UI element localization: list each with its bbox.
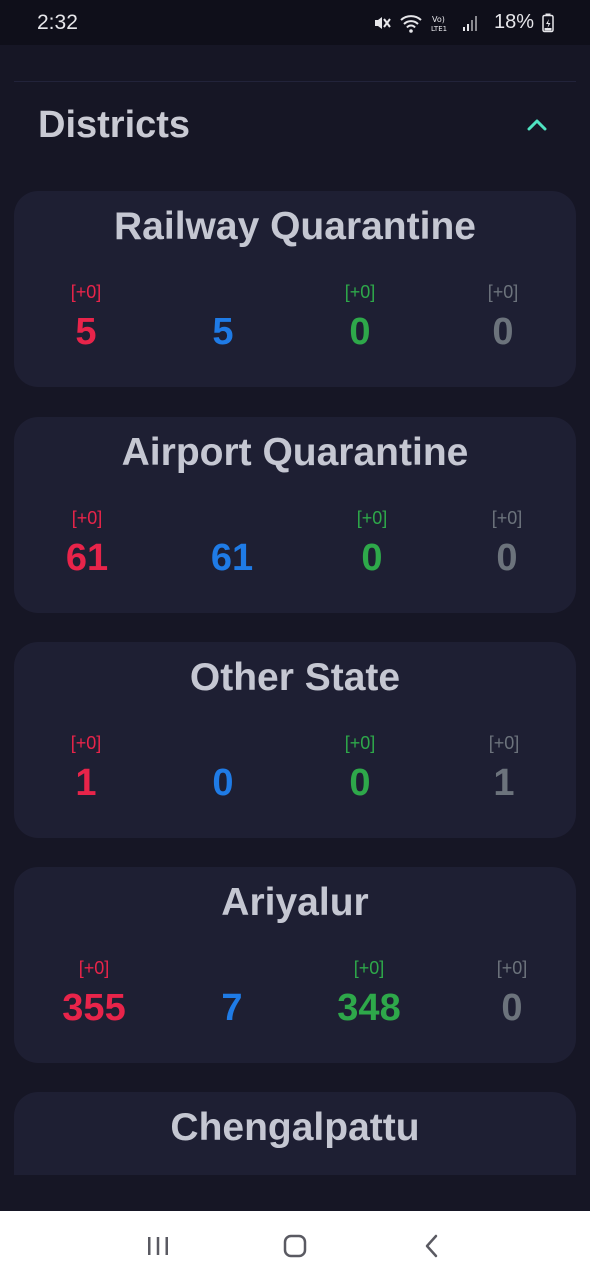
battery-percent: 18% bbox=[493, 11, 534, 33]
recovered-stat: [+0] 0 bbox=[302, 507, 442, 581]
deceased-delta: [+0] bbox=[496, 958, 528, 978]
svg-text:LTE1: LTE1 bbox=[431, 25, 447, 33]
active-stat: 61 bbox=[162, 507, 302, 581]
deceased-value: 0 bbox=[501, 987, 523, 1029]
district-name: Airport Quarantine bbox=[121, 431, 469, 474]
recovered-stat: [+0] 0 bbox=[290, 732, 430, 806]
status-time: 2:32 bbox=[37, 10, 78, 34]
district-name: Other State bbox=[189, 656, 401, 699]
district-card-chengalpattu[interactable]: Chengalpattu bbox=[14, 1092, 576, 1175]
deceased-stat: [+0] 0 bbox=[442, 957, 582, 1031]
deceased-stat: [+0] 0 bbox=[437, 507, 577, 581]
status-bar: 2:32 Vo) LTE1 18% bbox=[0, 0, 590, 45]
recovered-stat: [+0] 0 bbox=[290, 281, 430, 355]
active-stat: 7 bbox=[162, 957, 302, 1031]
svg-text:Vo): Vo) bbox=[432, 15, 445, 24]
deceased-value: 1 bbox=[493, 762, 515, 804]
deceased-value: 0 bbox=[492, 311, 514, 353]
back-icon[interactable] bbox=[407, 1221, 457, 1271]
home-icon[interactable] bbox=[270, 1221, 320, 1271]
district-card-railway-quarantine[interactable]: Railway Quarantine [+0] 5 5 [+0] 0 [+0] … bbox=[14, 191, 576, 387]
section-title: Districts bbox=[38, 103, 191, 146]
recovered-value: 0 bbox=[349, 311, 371, 353]
recovered-value: 0 bbox=[361, 537, 383, 579]
active-delta-spacer bbox=[153, 281, 293, 303]
recovered-delta: [+0] bbox=[356, 508, 388, 528]
districts-header[interactable]: Districts bbox=[38, 100, 552, 150]
mute-icon bbox=[372, 13, 392, 33]
wifi-icon bbox=[400, 13, 422, 33]
confirmed-value: 1 bbox=[75, 762, 97, 804]
recovered-delta: [+0] bbox=[344, 733, 376, 753]
confirmed-stat: [+0] 1 bbox=[16, 732, 156, 806]
confirmed-delta: [+0] bbox=[70, 282, 102, 302]
confirmed-stat: [+0] 5 bbox=[16, 281, 156, 355]
recovered-delta: [+0] bbox=[353, 958, 385, 978]
confirmed-delta: [+0] bbox=[78, 958, 110, 978]
districts-content[interactable]: Districts Railway Quarantine [+0] 5 5 [+… bbox=[0, 45, 590, 1175]
deceased-delta: [+0] bbox=[487, 282, 519, 302]
confirmed-delta: [+0] bbox=[70, 733, 102, 753]
battery-icon bbox=[542, 13, 554, 33]
district-card-other-state[interactable]: Other State [+0] 1 0 [+0] 0 [+0] 1 bbox=[14, 642, 576, 838]
deceased-delta: [+0] bbox=[491, 508, 523, 528]
deceased-stat: [+0] 1 bbox=[434, 732, 574, 806]
recovered-stat: [+0] 348 bbox=[299, 957, 439, 1031]
active-stat: 5 bbox=[153, 281, 293, 355]
confirmed-stat: [+0] 61 bbox=[17, 507, 157, 581]
confirmed-delta: [+0] bbox=[71, 508, 103, 528]
recent-apps-icon[interactable] bbox=[133, 1221, 183, 1271]
active-stat: 0 bbox=[153, 732, 293, 806]
district-card-ariyalur[interactable]: Ariyalur [+0] 355 7 [+0] 348 [+0] 0 bbox=[14, 867, 576, 1063]
deceased-value: 0 bbox=[496, 537, 518, 579]
active-delta-spacer bbox=[153, 732, 293, 754]
recovered-delta: [+0] bbox=[344, 282, 376, 302]
active-delta-spacer bbox=[162, 957, 302, 979]
confirmed-value: 5 bbox=[75, 311, 97, 353]
confirmed-stat: [+0] 355 bbox=[24, 957, 164, 1031]
divider bbox=[14, 81, 576, 82]
navigation-bar bbox=[0, 1211, 590, 1280]
confirmed-value: 355 bbox=[62, 987, 126, 1029]
district-name: Railway Quarantine bbox=[114, 205, 476, 248]
deceased-stat: [+0] 0 bbox=[433, 281, 573, 355]
deceased-delta: [+0] bbox=[488, 733, 520, 753]
recovered-value: 348 bbox=[337, 987, 401, 1029]
confirmed-value: 61 bbox=[65, 537, 109, 579]
active-value: 61 bbox=[210, 537, 254, 579]
active-value: 5 bbox=[212, 311, 234, 353]
active-value: 7 bbox=[221, 987, 243, 1029]
district-card-airport-quarantine[interactable]: Airport Quarantine [+0] 61 61 [+0] 0 [+0… bbox=[14, 417, 576, 613]
volte-icon: Vo) LTE1 bbox=[430, 13, 454, 33]
status-icons: Vo) LTE1 18% bbox=[372, 11, 554, 34]
district-name: Ariyalur bbox=[221, 881, 369, 924]
active-delta-spacer bbox=[162, 507, 302, 529]
signal-icon bbox=[462, 13, 480, 33]
district-name: Chengalpattu bbox=[170, 1106, 420, 1149]
active-value: 0 bbox=[212, 762, 234, 804]
recovered-value: 0 bbox=[349, 762, 371, 804]
chevron-up-icon[interactable] bbox=[522, 110, 552, 140]
